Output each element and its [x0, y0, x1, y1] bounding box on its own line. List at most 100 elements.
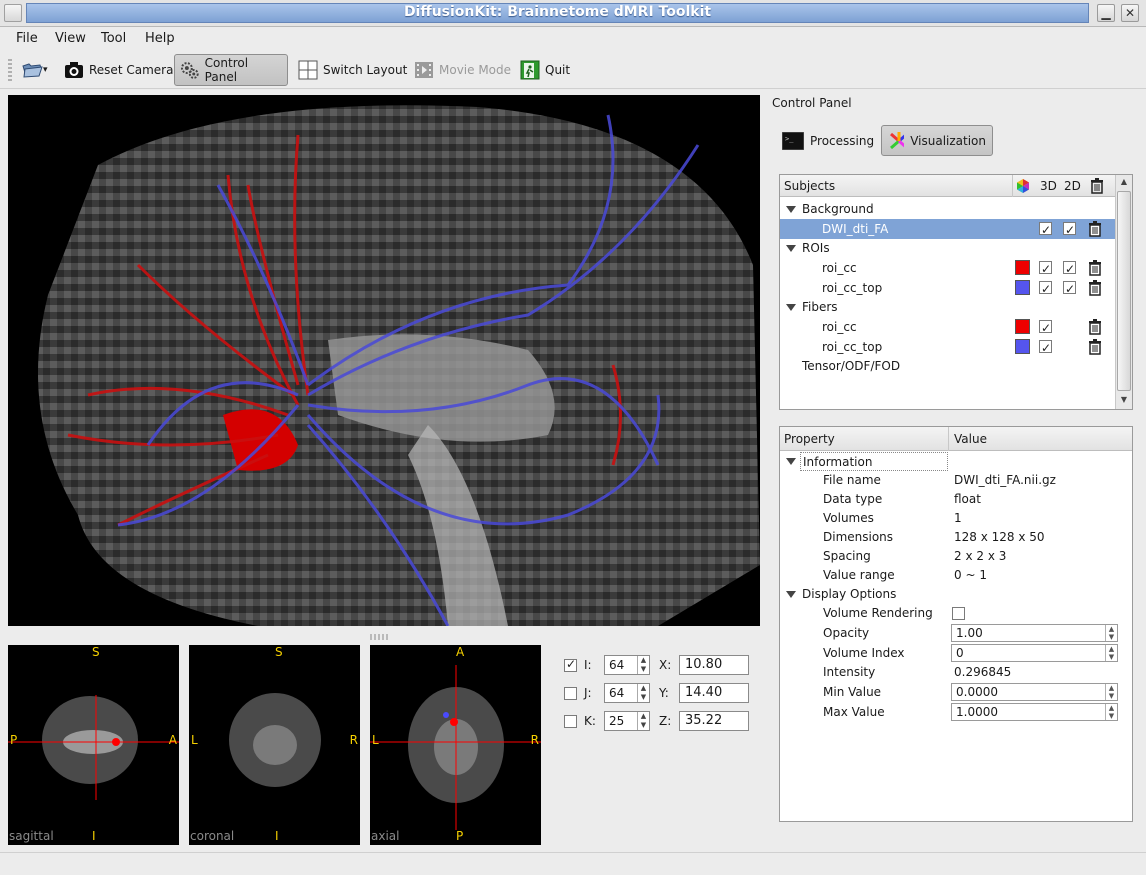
trash-icon[interactable] [1088, 260, 1102, 276]
expand-icon[interactable] [786, 591, 796, 598]
movie-mode-button[interactable]: Movie Mode [408, 54, 516, 86]
value-column-header[interactable]: Value [954, 432, 987, 446]
slice-k-checkbox[interactable] [564, 714, 577, 728]
minimize-icon[interactable]: ▁ [1097, 4, 1115, 22]
roi-cc-top-2d-checkbox[interactable] [1063, 279, 1076, 299]
tree-fibers[interactable]: Fibers [780, 297, 1116, 317]
subjects-scrollbar[interactable]: ▲ ▼ [1115, 175, 1132, 409]
trash-icon[interactable] [1088, 280, 1102, 296]
fiber-rendering-image [38, 105, 760, 626]
prop-label: Opacity [823, 626, 870, 640]
scrollbar-thumb[interactable] [1117, 191, 1131, 391]
tree-background[interactable]: Background [780, 199, 1116, 219]
col-3d-label: 3D [1040, 179, 1057, 193]
x-coordinate-field[interactable]: 10.80 [679, 655, 749, 675]
y-label: Y: [659, 686, 669, 700]
close-icon[interactable]: ✕ [1121, 4, 1139, 22]
display-options-group[interactable]: Display Options [780, 585, 1132, 604]
coronal-view-name: coronal [190, 829, 235, 843]
volume-index-spinbox[interactable]: 0 ▲ ▼ [951, 644, 1118, 662]
menu-help[interactable]: Help [145, 31, 175, 46]
prop-label: Max Value [823, 705, 885, 719]
3d-render-view[interactable] [8, 95, 760, 626]
reset-camera-button[interactable]: Reset Camera [58, 54, 178, 86]
menu-view[interactable]: View [55, 31, 86, 46]
expand-icon[interactable] [786, 458, 796, 465]
volume-rendering-checkbox[interactable] [952, 607, 965, 620]
trash-icon[interactable] [1088, 339, 1102, 355]
expand-icon[interactable] [786, 245, 796, 252]
scroll-down-icon[interactable]: ▼ [1118, 395, 1130, 407]
menu-file[interactable]: File [16, 31, 38, 46]
slice-k-spinbox[interactable]: 25 ▲ ▼ [604, 711, 650, 731]
trash-icon[interactable] [1088, 221, 1102, 237]
window-menu-icon[interactable] [4, 4, 22, 22]
slice-j-spinbox[interactable]: 64 ▲ ▼ [604, 683, 650, 703]
roi-cc-top-color-swatch[interactable] [1015, 280, 1030, 295]
roi-cc-top-3d-checkbox[interactable] [1039, 279, 1052, 299]
prop-row-spacing: Spacing 2 x 2 x 3 [780, 547, 1132, 566]
properties-header: Property Value [780, 427, 1132, 451]
sagittal-bottom-label: I [92, 829, 96, 843]
toolbar-grip[interactable] [8, 59, 12, 81]
menu-tool[interactable]: Tool [101, 31, 126, 46]
tree-dwi-item[interactable]: DWI_dti_FA [780, 219, 1116, 240]
scroll-up-icon[interactable]: ▲ [1118, 177, 1130, 189]
coronal-slice-view[interactable]: S I L R coronal [189, 645, 360, 845]
slice-j-checkbox[interactable] [564, 686, 577, 700]
dwi-2d-checkbox[interactable] [1063, 220, 1076, 240]
fiber-cc-color-swatch[interactable] [1015, 319, 1030, 334]
slice-k-label: K: [584, 714, 596, 728]
roi-cc-color-swatch[interactable] [1015, 260, 1030, 275]
prop-row-value-range: Value range 0 ~ 1 [780, 566, 1132, 585]
tree-fiber-cc-top[interactable]: roi_cc_top [780, 337, 1116, 358]
exit-icon [520, 60, 540, 80]
slice-i-spinbox[interactable]: 64 ▲ ▼ [604, 655, 650, 675]
subjects-tree[interactable]: Subjects 3D 2D Background DWI_dti_FA ROI… [779, 174, 1133, 410]
properties-table[interactable]: Property Value Information File name DWI… [779, 426, 1133, 822]
visualization-button[interactable]: Visualization [881, 125, 993, 156]
sagittal-slice-view[interactable]: S I P A sagittal [8, 645, 179, 845]
reset-camera-label: Reset Camera [89, 63, 174, 77]
tree-rois[interactable]: ROIs [780, 238, 1116, 258]
tree-tensor[interactable]: Tensor/ODF/FOD [780, 356, 1116, 376]
roi-cc-3d-checkbox[interactable] [1039, 259, 1052, 279]
axial-slice-view[interactable]: A P L R axial [370, 645, 541, 845]
tree-roi-cc[interactable]: roi_cc [780, 258, 1116, 279]
expand-icon[interactable] [786, 206, 796, 213]
max-value-spinbox[interactable]: 1.0000 ▲ ▼ [951, 703, 1118, 721]
subjects-header-label: Subjects [784, 179, 836, 193]
information-group[interactable]: Information [780, 452, 1132, 471]
roi-cc-top-label: roi_cc_top [822, 281, 883, 295]
property-column-header[interactable]: Property [784, 432, 835, 446]
sagittal-slice-image [8, 695, 179, 800]
prop-row-min-value: Min Value 0.0000 ▲ ▼ [780, 683, 1132, 702]
prop-label: Volumes [823, 511, 874, 525]
coord-row-j: J: 64 ▲ ▼ Y: 14.40 [564, 682, 749, 704]
opacity-spinbox[interactable]: 1.00 ▲ ▼ [951, 624, 1118, 642]
tree-roi-cc-top[interactable]: roi_cc_top [780, 278, 1116, 299]
open-button[interactable]: ▾ [16, 54, 53, 86]
fiber-cc-top-3d-checkbox[interactable] [1039, 338, 1052, 358]
processing-button[interactable]: >_ Processing [775, 125, 881, 156]
trash-icon[interactable] [1088, 319, 1102, 335]
slice-i-checkbox[interactable] [564, 657, 577, 672]
view-splitter-handle[interactable] [370, 634, 390, 640]
expand-icon[interactable] [786, 304, 796, 311]
min-value-spinbox[interactable]: 0.0000 ▲ ▼ [951, 683, 1118, 701]
fiber-cc-3d-checkbox[interactable] [1039, 318, 1052, 338]
switch-layout-button[interactable]: Switch Layout [292, 54, 412, 86]
quit-button[interactable]: Quit [514, 54, 575, 86]
z-coordinate-field[interactable]: 35.22 [679, 711, 749, 731]
camera-icon [65, 62, 83, 78]
window-title: DiffusionKit: Brainnetome dMRI Toolkit [403, 4, 712, 20]
axial-left-label: L [372, 733, 379, 747]
y-coordinate-field[interactable]: 14.40 [679, 683, 749, 703]
roi-cc-2d-checkbox[interactable] [1063, 259, 1076, 279]
axial-view-name: axial [371, 829, 400, 843]
fiber-cc-top-color-swatch[interactable] [1015, 339, 1030, 354]
fibers-label: Fibers [802, 300, 838, 314]
control-panel-button[interactable]: Control Panel [174, 54, 288, 86]
dwi-3d-checkbox[interactable] [1039, 220, 1052, 240]
tree-fiber-cc[interactable]: roi_cc [780, 317, 1116, 338]
